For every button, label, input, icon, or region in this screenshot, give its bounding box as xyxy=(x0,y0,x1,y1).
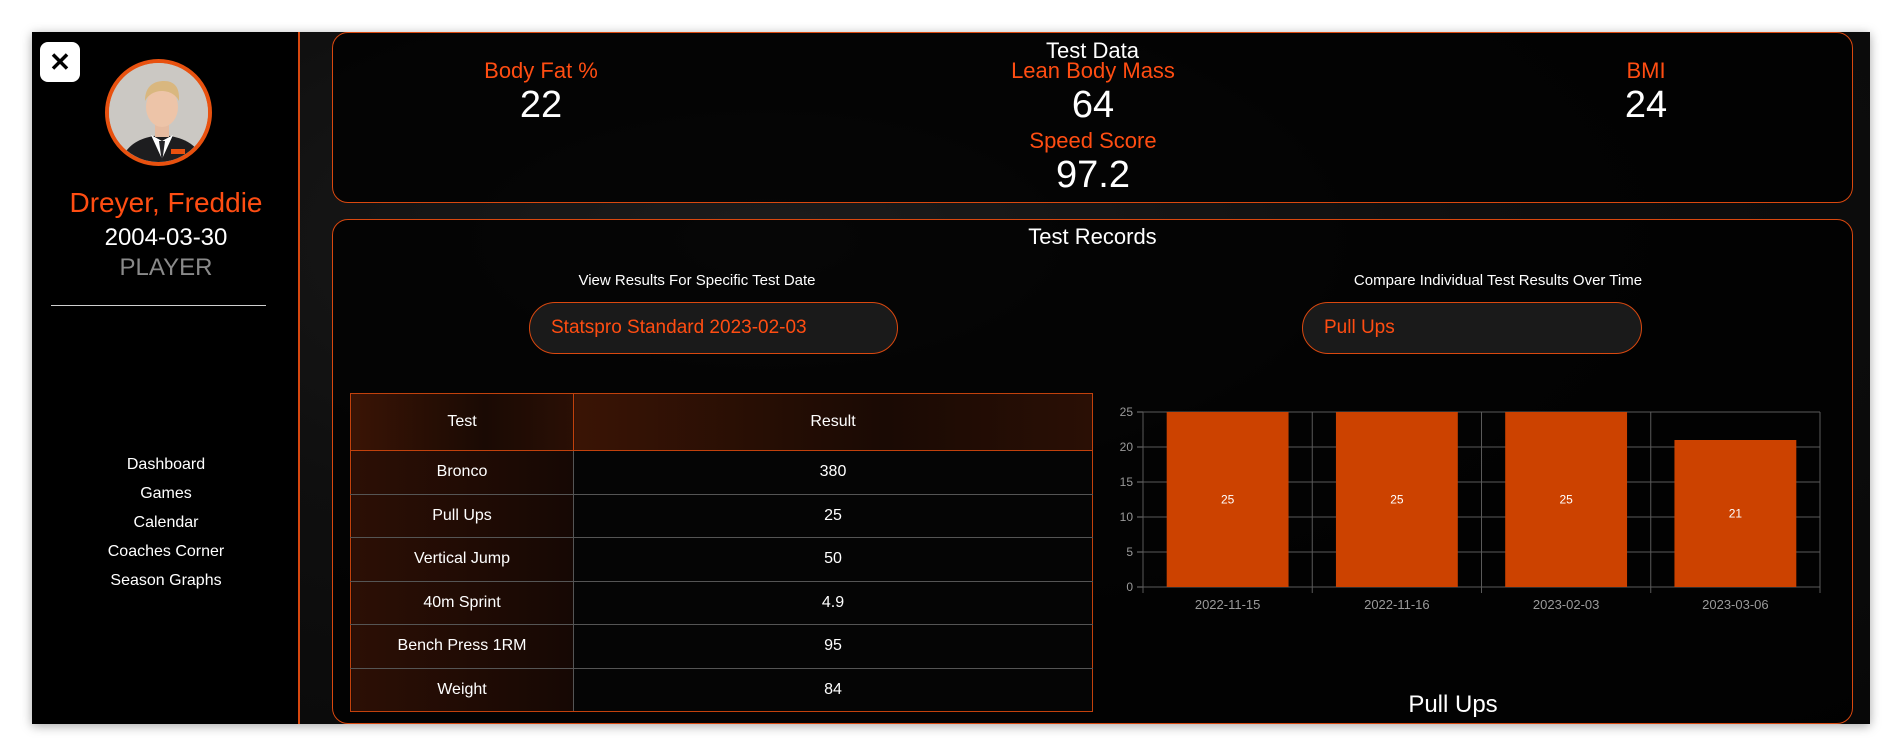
compare-select-label: Compare Individual Test Results Over Tim… xyxy=(1353,272,1643,289)
test-records-title: Test Records xyxy=(1028,224,1157,249)
y-tick-label: 25 xyxy=(1120,405,1134,419)
nav-item-games[interactable]: Games xyxy=(32,479,300,508)
cell-result: 25 xyxy=(573,493,1093,538)
stat-body-fat: Body Fat % 22 xyxy=(391,58,691,126)
app-window: ✕ Dreyer, Freddie 2004-03-30 PLAYER Dash… xyxy=(32,32,1870,724)
table-row: 40m Sprint 4.9 xyxy=(350,580,1093,625)
stat-bmi: BMI 24 xyxy=(1496,58,1796,126)
cell-test: 40m Sprint xyxy=(350,580,574,625)
nav-item-dashboard[interactable]: Dashboard xyxy=(32,450,300,479)
bar-data-label: 25 xyxy=(1390,493,1404,507)
player-name: Dreyer, Freddie xyxy=(69,187,263,218)
player-role: PLAYER xyxy=(119,254,213,281)
close-icon: ✕ xyxy=(49,46,71,77)
date-select-label: View Results For Specific Test Date xyxy=(578,272,816,289)
compare-test-select[interactable]: Pull Ups xyxy=(1302,302,1642,354)
y-tick-label: 20 xyxy=(1120,440,1134,454)
table-row: Pull Ups 25 xyxy=(350,493,1093,538)
cell-result: 50 xyxy=(573,537,1093,582)
sidebar-divider xyxy=(51,305,266,306)
cell-test: Pull Ups xyxy=(350,493,574,538)
results-table: Test Result Bronco 380 Pull Ups 25 Verti… xyxy=(350,393,1093,712)
nav-item-calendar[interactable]: Calendar xyxy=(32,508,300,537)
x-tick-label: 2023-03-06 xyxy=(1702,597,1769,612)
column-header-test: Test xyxy=(350,393,574,451)
table-row: Bench Press 1RM 95 xyxy=(350,624,1093,669)
bar-chart-svg: 0 5 10 15 20 25 25 2022-11-15 25 2022-11-16 25 2023… xyxy=(1120,405,1821,612)
cell-test: Bronco xyxy=(350,450,574,495)
cell-result: 84 xyxy=(573,667,1093,712)
table-row: Bronco 380 xyxy=(350,450,1093,495)
cell-result: 380 xyxy=(573,450,1093,495)
stat-label: Lean Body Mass xyxy=(1011,58,1175,83)
table-row: Weight 84 xyxy=(350,667,1093,712)
chart-title: Pull Ups xyxy=(1408,691,1498,718)
table-row: Vertical Jump 50 xyxy=(350,537,1093,582)
test-records-panel: Test Records View Results For Specific T… xyxy=(332,219,1853,724)
stat-label: Body Fat % xyxy=(484,58,598,83)
stat-value: 22 xyxy=(519,84,563,126)
close-button[interactable]: ✕ xyxy=(40,42,80,82)
x-tick-label: 2022-11-16 xyxy=(1364,597,1430,612)
sidebar: ✕ Dreyer, Freddie 2004-03-30 PLAYER Dash… xyxy=(32,32,300,724)
bar-data-label: 25 xyxy=(1559,493,1573,507)
cell-test: Bench Press 1RM xyxy=(350,624,574,669)
player-photo-icon xyxy=(109,63,208,162)
y-tick-label: 0 xyxy=(1126,580,1133,594)
stat-value: 64 xyxy=(1071,84,1115,126)
stat-value: 24 xyxy=(1624,84,1668,126)
stat-value: 97.2 xyxy=(1056,154,1130,196)
player-dob: 2004-03-30 xyxy=(104,224,228,251)
avatar xyxy=(105,59,212,166)
stat-label: BMI xyxy=(1626,58,1666,83)
bar-data-label: 21 xyxy=(1729,507,1743,521)
bar-data-label: 25 xyxy=(1221,493,1235,507)
test-date-select[interactable]: Statspro Standard 2023-02-03 xyxy=(529,302,898,354)
x-tick-label: 2022-11-15 xyxy=(1195,597,1261,612)
nav-item-season-graphs[interactable]: Season Graphs xyxy=(32,566,300,595)
stat-speed-score: Speed Score 97.2 xyxy=(943,128,1243,196)
cell-test: Weight xyxy=(350,667,574,712)
y-tick-label: 15 xyxy=(1120,475,1134,489)
y-tick-label: 10 xyxy=(1120,510,1134,524)
cell-test: Vertical Jump xyxy=(350,537,574,582)
sidebar-nav: Dashboard Games Calendar Coaches Corner … xyxy=(32,450,300,595)
stat-lean-body-mass: Lean Body Mass 64 xyxy=(943,58,1243,126)
pull-ups-chart: 0 5 10 15 20 25 25 2022-11-15 25 2022-11-16 25 2023… xyxy=(1103,400,1833,720)
x-tick-label: 2023-02-03 xyxy=(1533,597,1600,612)
nav-item-coaches-corner[interactable]: Coaches Corner xyxy=(32,537,300,566)
column-header-result: Result xyxy=(573,393,1093,451)
test-data-panel: Test Data Body Fat % 22 Lean Body Mass 6… xyxy=(332,32,1853,203)
cell-result: 4.9 xyxy=(573,580,1093,625)
y-tick-label: 5 xyxy=(1126,545,1133,559)
stat-label: Speed Score xyxy=(1029,128,1157,153)
cell-result: 95 xyxy=(573,624,1093,669)
table-header-row: Test Result xyxy=(350,393,1093,451)
